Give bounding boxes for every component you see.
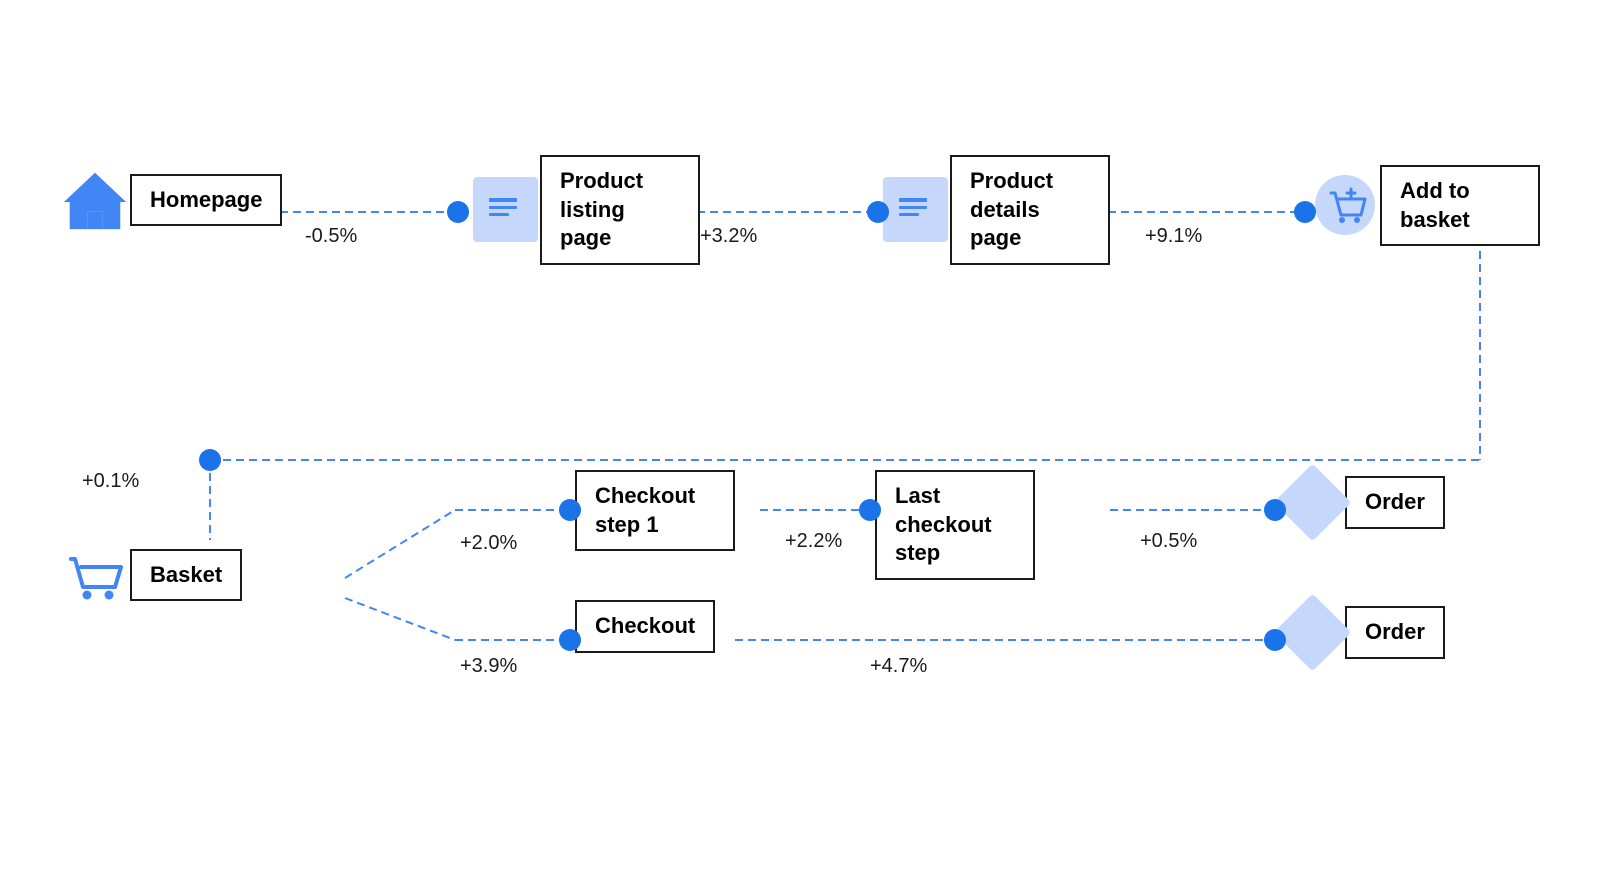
- homepage-label: Homepage: [130, 174, 282, 227]
- dot-basket-checkout: [559, 629, 581, 651]
- dot-home-listing: [447, 201, 469, 223]
- basket-icon: [60, 540, 130, 610]
- checkout-node: Checkout: [575, 600, 715, 653]
- order2-diamond-icon: [1280, 600, 1345, 665]
- listing-icon: [470, 175, 540, 245]
- order1-label: Order: [1345, 476, 1445, 529]
- product-details-label: Product details page: [950, 155, 1110, 265]
- basket-label: Basket: [130, 549, 242, 602]
- basket-node: Basket: [60, 540, 242, 610]
- dot-listing-details: [867, 201, 889, 223]
- checkout-step1-label: Checkout step 1: [575, 470, 735, 551]
- flow-diagram: Homepage -0.5% Product listing page +3.2…: [0, 0, 1601, 874]
- dot-basket-loop: [199, 449, 221, 471]
- add-to-basket-node: Add to basket: [1310, 165, 1540, 246]
- dot-last-order1: [1264, 499, 1286, 521]
- order1-node: Order: [1280, 470, 1445, 535]
- order1-diamond-icon: [1280, 470, 1345, 535]
- edge-details-basket: +9.1%: [1145, 225, 1202, 248]
- checkout-step1-node: Checkout step 1: [575, 470, 735, 551]
- product-listing-label: Product listing page: [540, 155, 700, 265]
- add-basket-icon: [1310, 171, 1380, 241]
- dot-checkout-order2: [1264, 629, 1286, 651]
- edge-listing-details: +3.2%: [700, 225, 757, 248]
- last-checkout-node: Last checkout step: [875, 470, 1035, 580]
- dot-details-basket: [1294, 201, 1316, 223]
- checkout-label: Checkout: [575, 600, 715, 653]
- last-checkout-label: Last checkout step: [875, 470, 1035, 580]
- edge-checkout-order2: +4.7%: [870, 655, 927, 678]
- product-details-node: Product details page: [880, 155, 1110, 265]
- dot-basket-checkout1: [559, 499, 581, 521]
- homepage-node: Homepage: [60, 165, 282, 235]
- edge-basket-checkout1: +2.0%: [460, 532, 517, 555]
- add-to-basket-label: Add to basket: [1380, 165, 1540, 246]
- edge-basket-checkout: +3.9%: [460, 655, 517, 678]
- home-icon: [60, 165, 130, 235]
- order2-label: Order: [1345, 606, 1445, 659]
- dot-checkout1-last: [859, 499, 881, 521]
- edge-home-listing: -0.5%: [305, 225, 357, 248]
- edge-checkout1-last: +2.2%: [785, 530, 842, 553]
- edge-basket-loop: +0.1%: [82, 470, 139, 493]
- edge-last-order1: +0.5%: [1140, 530, 1197, 553]
- connector-lines: [0, 0, 1601, 874]
- product-listing-node: Product listing page: [470, 155, 700, 265]
- order2-node: Order: [1280, 600, 1445, 665]
- details-icon: [880, 175, 950, 245]
